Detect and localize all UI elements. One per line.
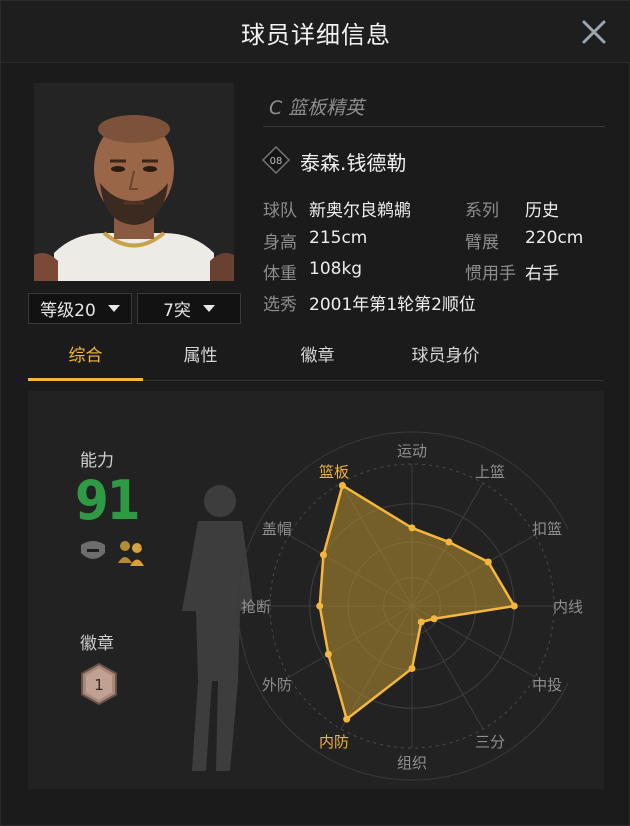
radar-point-10	[319, 551, 327, 559]
chevron-down-icon	[107, 305, 120, 312]
radar-point-3	[510, 602, 518, 610]
ability-label: 能力	[80, 451, 114, 471]
radar-point-11	[338, 481, 346, 489]
player-detail-dialog: 球员详细信息 等级20 7突 C 篮板精英 08 泰森.钱德勒 球队 新奥尔良鹈…	[0, 0, 630, 826]
dialog-header: 球员详细信息	[1, 1, 630, 63]
series-label: 系列	[465, 201, 499, 221]
bronze-badge-icon[interactable]: 1	[80, 662, 118, 706]
height-label: 身高	[263, 233, 297, 253]
radar-point-8	[324, 650, 332, 658]
radar-label: 篮板	[319, 462, 350, 481]
height-value: 215cm	[309, 228, 368, 248]
weight-value: 108kg	[309, 259, 363, 279]
tab-overview[interactable]: 综合	[28, 339, 143, 379]
tab-attributes[interactable]: 属性	[143, 339, 258, 379]
radar-label: 抢断	[241, 598, 272, 616]
series-value: 历史	[525, 201, 559, 221]
radar-label: 中投	[532, 676, 563, 694]
info-divider	[263, 126, 605, 127]
hand-label: 惯用手	[465, 264, 516, 284]
wingspan-value: 220cm	[525, 228, 584, 248]
ability-radar-chart: 运动上篮扣篮内线中投三分组织 内防 外防 抢断 盖帽 篮板	[168, 431, 587, 789]
radar-point-5	[417, 618, 425, 626]
active-tab-indicator	[28, 378, 143, 381]
draft-value: 2001年第1轮第2顺位	[309, 295, 476, 315]
player-card-icon	[78, 539, 108, 565]
badge-label: 徽章	[80, 634, 114, 654]
radar-label: 内防	[319, 733, 350, 752]
radar-label: 组织	[397, 754, 428, 772]
team-label: 球队	[263, 201, 297, 221]
level-dropdown[interactable]: 等级20	[28, 293, 132, 324]
radar-label: 上篮	[475, 462, 506, 481]
radar-point-7	[343, 715, 351, 723]
weight-label: 体重	[263, 264, 297, 284]
jersey-number-icon: 08	[261, 145, 291, 175]
position-label: C 篮板精英	[269, 97, 365, 119]
hand-value: 右手	[525, 264, 559, 284]
radar-label: 扣篮	[532, 520, 563, 538]
player-name: 泰森.钱德勒	[300, 151, 407, 175]
breakthrough-dropdown-label: 7突	[163, 301, 191, 321]
overview-panel: 能力 91 ? 徽章 1 运动 上篮 扣篮 内线 中投 三分 组织 内防 外防 …	[28, 391, 604, 789]
radar-point-0	[408, 524, 416, 532]
radar-point-2	[484, 558, 492, 566]
tab-badges[interactable]: 徽章	[260, 339, 375, 379]
radar-label: 运动	[397, 442, 428, 460]
radar-label: 内线	[553, 598, 584, 616]
radar-point-9	[316, 602, 324, 610]
team-chemistry-icon: ?	[116, 539, 148, 567]
svg-text:?: ?	[140, 546, 145, 556]
wingspan-label: 臂展	[465, 233, 499, 253]
draft-label: 选秀	[263, 295, 297, 315]
breakthrough-dropdown[interactable]: 7突	[137, 293, 241, 324]
radar-label: 三分	[475, 733, 506, 752]
close-icon	[582, 20, 606, 44]
player-portrait	[34, 83, 234, 281]
radar-point-4	[430, 615, 438, 623]
team-value: 新奥尔良鹈鹕	[309, 201, 411, 221]
badge-count: 1	[94, 676, 104, 694]
tab-player-value[interactable]: 球员身价	[388, 339, 503, 379]
radar-point-6	[408, 664, 416, 672]
level-dropdown-label: 等级20	[40, 301, 96, 321]
chevron-down-icon	[202, 305, 215, 312]
panel-footer	[28, 791, 604, 801]
radar-point-1	[445, 538, 453, 546]
ability-value: 91	[75, 469, 141, 532]
radar-label: 盖帽	[261, 520, 292, 538]
radar-label: 外防	[261, 676, 292, 694]
radar-value-polygon	[318, 483, 517, 722]
jersey-number-text: 08	[270, 156, 283, 167]
close-button[interactable]	[579, 17, 609, 47]
tab-bar: 综合 属性 徽章 球员身价	[28, 339, 604, 381]
dialog-title: 球员详细信息	[241, 21, 391, 49]
